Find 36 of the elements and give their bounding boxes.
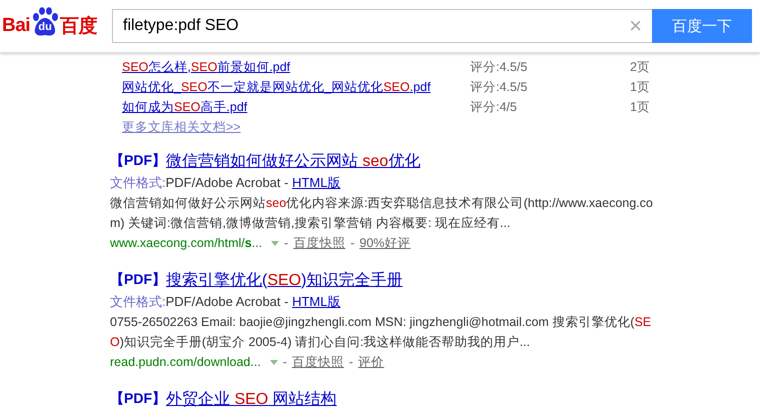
separator-text: - — [282, 354, 287, 371]
pdf-tag: 【PDF】 — [110, 271, 166, 289]
result-description: 0755-26502263 Email: baojie@jingzhengli.com MSN: jingzhengli@hotmail.com 搜索引擎优化(SEO)知识完全手册(胡宝介 2005-4) 请扪心自问:我这样做能否帮助我的用户... — [110, 314, 652, 351]
separator-text: - — [284, 235, 288, 252]
separator-text: - — [350, 235, 354, 252]
format-label: 文件格式: — [110, 175, 166, 190]
logo-text: 百度 — [60, 14, 98, 39]
page-count: 2页 — [630, 58, 650, 76]
caret-icon[interactable] — [270, 360, 278, 364]
page-count: 1页 — [630, 98, 650, 116]
format-label: 文件格式: — [110, 294, 166, 309]
format-text: PDF/Adobe Acrobat - — [166, 175, 290, 190]
caret-icon[interactable] — [271, 240, 280, 246]
review-link[interactable]: 90%好评 — [360, 233, 411, 253]
review-link[interactable]: 评价 — [358, 352, 384, 372]
document-link[interactable]: 如何成为SEO高手.pdf — [122, 98, 470, 116]
result-url: read.pudn.com/download... — [110, 354, 261, 371]
search-button[interactable]: 百度一下 — [652, 9, 752, 43]
rating-text: 评分:4.5/5 — [470, 58, 528, 76]
page-count: 1页 — [630, 78, 650, 96]
paw-logo: du — [30, 7, 60, 37]
more-documents-link[interactable]: 更多文库相关文档>> — [122, 117, 760, 137]
logo-text: Bai — [2, 15, 30, 37]
result-description: 微信营销如何做好公示网站seo优化内容来源:西安弈聪信息技术有限公司(http://www.xaecong.com) 关键词:微信营销,微博做营销,搜索引擎营销 内容概要: 现在应经有... — [110, 195, 654, 232]
pdf-tag: 【PDF】 — [110, 390, 166, 408]
snapshot-link[interactable]: 百度快照 — [292, 352, 344, 372]
pdf-tag: 【PDF】 — [110, 152, 166, 170]
search-field[interactable]: filetype:pdf SEO × — [112, 9, 652, 43]
html-version-link[interactable]: HTML版 — [292, 294, 340, 309]
separator-text: - — [348, 354, 354, 371]
rating-text: 评分:4/5 — [470, 98, 518, 116]
result-url: www.xaecong.com/html/s... — [110, 235, 262, 252]
format-text: PDF/Adobe Acrobat - — [166, 294, 290, 309]
rating-text: 评分:4.5/5 — [470, 78, 528, 96]
html-version-link[interactable]: HTML版 — [292, 175, 340, 190]
snapshot-link[interactable]: 百度快照 — [293, 233, 346, 253]
